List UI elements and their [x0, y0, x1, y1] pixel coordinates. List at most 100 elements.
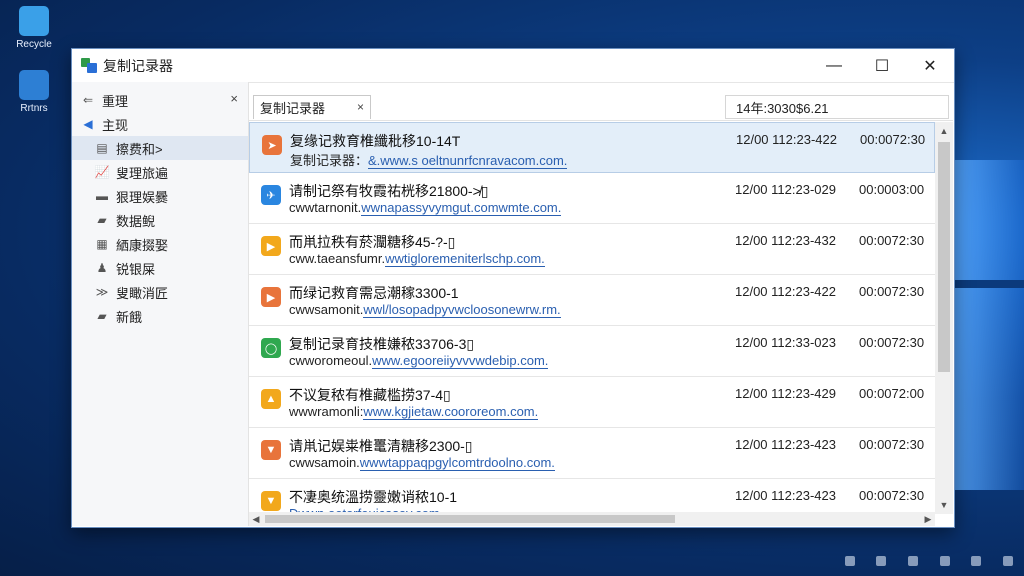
- record-source: cwworomeoul.www.egooreiiyvvvwdebip.com.: [289, 353, 549, 369]
- scrollbar-thumb[interactable]: [938, 142, 950, 372]
- sidebar-item[interactable]: ▰ 数据鲵: [72, 208, 248, 232]
- record-type-icon: ✈: [261, 185, 281, 205]
- sidebar-item[interactable]: ▬ 狠理娱爨: [72, 184, 248, 208]
- scroll-up-icon[interactable]: ▲: [935, 122, 953, 140]
- scrollbar-thumb[interactable]: [265, 515, 675, 523]
- record-prefix: cww.taeansfumr.: [289, 251, 386, 266]
- record-prefix: wwwramonli:: [289, 404, 364, 419]
- list-item[interactable]: ▶ 而绿记救育需忌潮稼3300-1 cwwsamonit.wwl/losopadpy…: [249, 275, 935, 326]
- record-duration: 00:0072:30: [859, 284, 925, 299]
- sidebar-header[interactable]: ⇐ 重理 ×: [72, 88, 248, 112]
- list-item[interactable]: ◯ 复制记录育技椎嫌秾33706-3▯ cwworomeoul.www.egoore…: [249, 326, 935, 377]
- vertical-scrollbar[interactable]: ▲ ▼: [935, 122, 953, 514]
- title-bar[interactable]: 复制记录器 — ☐ ✕: [72, 49, 954, 83]
- sidebar-item-label: 数据鲵: [116, 213, 156, 229]
- record-title: 请制记祭有牧霞祐桄移21800-≯▯: [289, 183, 489, 199]
- record-date: 12/00 112:23-432: [735, 233, 836, 248]
- record-date: 12/00 112:33-023: [735, 335, 836, 350]
- record-date: 12/00 112:23-029: [735, 182, 836, 197]
- record-source: cww.taeansfumr.wwtigloremeniterlschp.com…: [289, 251, 545, 267]
- record-source: wwwramonli:www.kgjietaw.coororeom.com.: [289, 404, 539, 420]
- sidebar-item[interactable]: ▦ 絤康掇娶: [72, 232, 248, 256]
- record-prefix: cwworomeoul.: [289, 353, 373, 368]
- tray-icon[interactable]: [844, 556, 855, 566]
- record-duration: 00:0072:30: [859, 233, 925, 248]
- sidebar-item-label: 锐银屎: [116, 261, 156, 277]
- tray-icon[interactable]: [939, 556, 950, 566]
- window-title: 复制记录器: [103, 57, 173, 74]
- tab-copy-recorder[interactable]: 复制记录器 ×: [253, 95, 371, 119]
- record-type-icon: ▶: [261, 236, 281, 256]
- forward-icon: ≫: [95, 285, 109, 299]
- tray-icon[interactable]: [908, 556, 919, 566]
- list-item[interactable]: ➤ 复缘记救育椎纖秕移10-14T 复制记录器：&.www.s oeltnunrfc…: [249, 122, 935, 173]
- list-item[interactable]: ▼ 请鼡记娱粜椎鼍清糖移2300-▯ cwwsamoin.wwwtappaqpgyl…: [249, 428, 935, 479]
- sidebar-item[interactable]: ≫ 叟瞰消匠: [72, 280, 248, 304]
- sidebar-item-label: 主现: [102, 117, 129, 133]
- record-type-icon: ▶: [261, 287, 281, 307]
- menu-icon: ⇐: [82, 93, 94, 107]
- record-prefix: cwwsamonit.: [289, 302, 364, 317]
- maximize-button[interactable]: ☐: [858, 49, 906, 82]
- record-duration: 00:0072:00: [859, 386, 925, 401]
- system-tray: [834, 546, 1024, 576]
- scroll-left-icon[interactable]: ◀: [249, 512, 263, 526]
- record-url-link[interactable]: wwtigloremeniterlschp.com.: [385, 251, 545, 267]
- list-item[interactable]: ✈ 请制记祭有牧霞祐桄移21800-≯▯ cwwtarnonit.wwnapassy…: [249, 173, 935, 224]
- record-date: 12/00 112:23-429: [735, 386, 836, 401]
- record-title: 请鼡记娱粜椎鼍清糖移2300-▯: [289, 438, 473, 454]
- record-url-link[interactable]: www.egooreiiyvvvwdebip.com.: [372, 353, 549, 369]
- sidebar-item[interactable]: ▰ 新餓: [72, 304, 248, 328]
- record-url-link[interactable]: www.kgjietaw.coororeom.com.: [363, 404, 539, 420]
- list-item[interactable]: ▼ 不凄奥统溫捞靈嫩诮秾10-1 Dwwn.oetorfeuicasev.com 12…: [249, 479, 935, 514]
- chart-icon: 📈: [94, 165, 110, 179]
- app-shortcut-icon: [19, 70, 49, 100]
- record-duration: 00:0072:30: [859, 488, 925, 503]
- sidebar-item[interactable]: ♟ 锐银屎: [72, 256, 248, 280]
- record-duration: 00:0072:30: [859, 437, 925, 452]
- app-window: 复制记录器 — ☐ ✕ ⇐ 重理 × ◀ 主现 ▤ 擦费和> 📈 叟理旅遍 ▬ 狠理娱爨 ▰…: [71, 48, 955, 528]
- horizontal-scrollbar[interactable]: ◀ ▶: [249, 512, 935, 526]
- record-source: 复制记录器：&.www.s oeltnunrfcnravacom.com.: [290, 150, 568, 169]
- record-title: 而鼡拉秩有菸灛糖移45-?-▯: [289, 234, 456, 250]
- scroll-right-icon[interactable]: ▶: [921, 512, 935, 526]
- record-title: 不凄奥统溫捞靈嫩诮秾10-1: [289, 489, 458, 505]
- tab-bar: 复制记录器 × 14年:3030$6.21: [249, 82, 953, 121]
- record-url-link[interactable]: &.www.s oeltnunrfcnravacom.com.: [368, 153, 568, 169]
- back-arrow-icon: ◀: [83, 117, 93, 131]
- desktop-icon-recycle[interactable]: Recycle: [8, 6, 60, 50]
- sidebar-item-label: 絤康掇娶: [116, 237, 169, 253]
- record-date: 12/00 112:23-422: [736, 132, 837, 147]
- sidebar-item[interactable]: ▤ 擦费和>: [72, 136, 248, 160]
- record-title: 而绿记救育需忌潮稼3300-1: [289, 285, 459, 301]
- tab-close-button[interactable]: ×: [357, 100, 364, 114]
- record-date: 12/00 112:23-423: [735, 437, 836, 452]
- list-item[interactable]: ▲ 不议复秾有椎藏槛捞37-4▯ wwwramonli:www.kgjietaw.c…: [249, 377, 935, 428]
- desktop-icon-app[interactable]: Rrtnrs: [8, 70, 60, 114]
- sidebar-item[interactable]: 📈 叟理旅遍: [72, 160, 248, 184]
- minimize-button[interactable]: —: [810, 49, 858, 82]
- record-duration: 00:0003:00: [859, 182, 925, 197]
- record-type-icon: ◯: [261, 338, 281, 358]
- close-button[interactable]: ✕: [906, 49, 954, 82]
- sidebar-close-button[interactable]: ×: [230, 91, 238, 106]
- sidebar-item-label: 叟瞰消匠: [116, 285, 169, 301]
- tray-icon[interactable]: [876, 556, 887, 566]
- tab-label: 复制记录器: [260, 101, 326, 116]
- tray-icon[interactable]: [971, 556, 982, 566]
- record-source: cwwsamoin.wwwtappaqpgylcomtrdoolno.com.: [289, 455, 555, 471]
- record-url-link[interactable]: wwnapassyvymgut.comwmte.com.: [361, 200, 562, 216]
- record-url-link[interactable]: wwl/losopadpyvwcloosonewrw.rm.: [363, 302, 561, 318]
- recycle-bin-icon: [19, 6, 49, 36]
- record-type-icon: ➤: [262, 135, 282, 155]
- list-item[interactable]: ▶ 而鼡拉秩有菸灛糖移45-?-▯ cww.taeansfumr.wwtiglore…: [249, 224, 935, 275]
- scroll-down-icon[interactable]: ▼: [935, 496, 953, 514]
- timestamp-field[interactable]: 14年:3030$6.21: [725, 95, 949, 119]
- record-type-icon: ▼: [261, 491, 281, 511]
- record-url-link[interactable]: wwwtappaqpgylcomtrdoolno.com.: [359, 455, 555, 471]
- sidebar-item-label: 叟理旅遍: [116, 165, 169, 181]
- desktop-icon-label: Rrtnrs: [20, 103, 48, 114]
- tray-icon[interactable]: [1003, 556, 1014, 566]
- record-date: 12/00 112:23-423: [735, 488, 836, 503]
- sidebar-item-main[interactable]: ◀ 主现: [72, 112, 248, 136]
